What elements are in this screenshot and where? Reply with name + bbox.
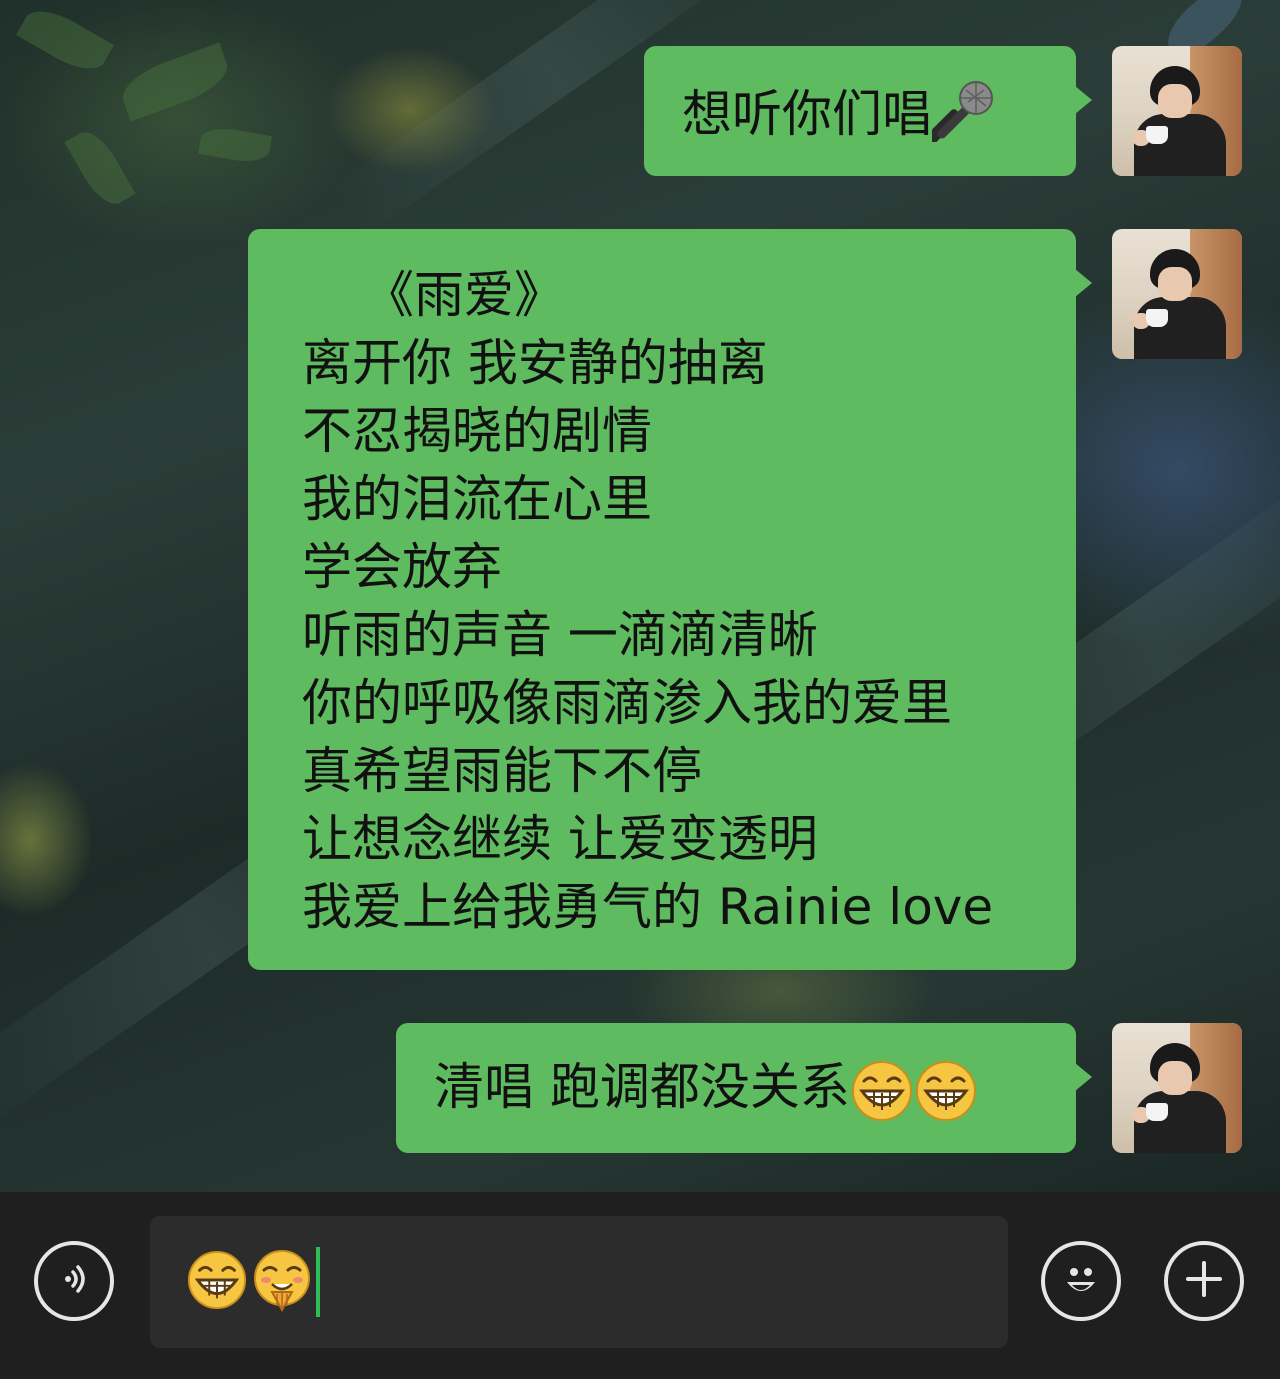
plus-icon bbox=[1182, 1257, 1226, 1305]
grinning-face-icon bbox=[850, 1059, 914, 1123]
more-options-button[interactable] bbox=[1164, 1241, 1244, 1321]
lyric-line: 听雨的声音 一滴滴清晰 bbox=[302, 606, 818, 664]
grinning-face-icon bbox=[914, 1059, 978, 1123]
text-cursor bbox=[316, 1247, 320, 1317]
message-text: 清唱 跑调都没关系 bbox=[434, 1058, 850, 1116]
grinning-face-icon bbox=[186, 1249, 248, 1315]
lyric-line: 我爱上给我勇气的 Rainie love bbox=[302, 878, 994, 936]
lyric-line: 不忍揭晓的剧情 bbox=[302, 402, 652, 460]
smiley-icon bbox=[1056, 1254, 1106, 1308]
lyric-line: 我的泪流在心里 bbox=[302, 470, 652, 528]
avatar[interactable] bbox=[1112, 1023, 1242, 1153]
message-row: 想听你们唱 bbox=[644, 46, 1242, 176]
shy-face-icon bbox=[250, 1248, 314, 1316]
input-bar bbox=[0, 1192, 1280, 1379]
message-input[interactable] bbox=[150, 1216, 1008, 1348]
emoji-button[interactable] bbox=[1041, 1241, 1121, 1321]
lyric-line: 离开你 我安静的抽离 bbox=[302, 334, 768, 392]
lyric-line: 你的呼吸像雨滴渗入我的爱里 bbox=[302, 674, 952, 732]
microphone-icon bbox=[927, 76, 998, 159]
lyric-line: 学会放弃 bbox=[302, 538, 502, 596]
avatar[interactable] bbox=[1112, 46, 1242, 176]
voice-icon bbox=[52, 1257, 96, 1305]
message-bubble[interactable]: 想听你们唱 bbox=[644, 46, 1092, 176]
message-bubble[interactable]: 《雨爱》 离开你 我安静的抽离 不忍揭晓的剧情 我的泪流在心里 学会放弃 听雨的… bbox=[248, 229, 1092, 970]
song-title: 《雨爱》 bbox=[364, 266, 564, 324]
lyric-line: 真希望雨能下不停 bbox=[302, 742, 702, 800]
message-row: 《雨爱》 离开你 我安静的抽离 不忍揭晓的剧情 我的泪流在心里 学会放弃 听雨的… bbox=[248, 229, 1242, 970]
lyric-line: 让想念继续 让爱变透明 bbox=[302, 810, 818, 868]
voice-input-button[interactable] bbox=[34, 1241, 114, 1321]
avatar[interactable] bbox=[1112, 229, 1242, 359]
message-row: 清唱 跑调都没关系 bbox=[396, 1023, 1242, 1153]
message-text: 想听你们唱 bbox=[682, 85, 932, 143]
message-bubble[interactable]: 清唱 跑调都没关系 bbox=[396, 1023, 1092, 1153]
